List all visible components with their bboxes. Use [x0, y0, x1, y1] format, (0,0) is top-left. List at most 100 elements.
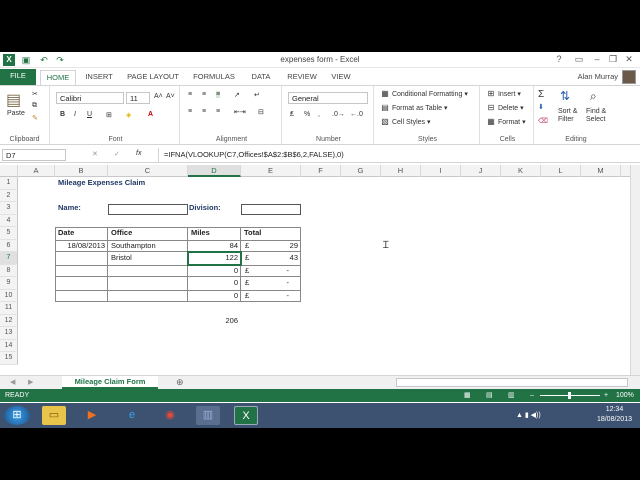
excel-taskbar-icon[interactable]: X [234, 406, 258, 425]
delete-cells-button[interactable]: ⊟ Delete ▾ [486, 103, 524, 113]
align-right-icon[interactable]: ≡ [216, 108, 220, 115]
autosum-icon[interactable]: Σ [538, 89, 544, 100]
row-header[interactable]: 6 [0, 239, 18, 252]
zoom-level[interactable]: 100% [616, 389, 634, 402]
tab-formulas[interactable]: FORMULAS [190, 70, 238, 85]
col-header[interactable]: J [461, 165, 501, 177]
row-header[interactable]: 4 [0, 214, 18, 227]
tab-view[interactable]: VIEW [328, 70, 354, 85]
cell-office[interactable]: Southampton [111, 240, 156, 253]
sort-label[interactable]: Sort & [558, 108, 577, 115]
cell-miles[interactable]: 0 [188, 277, 241, 290]
close-icon[interactable]: ✕ [622, 54, 636, 65]
sheet-tab-mileage[interactable]: Mileage Claim Form [62, 376, 158, 389]
fill-color-icon[interactable]: ◈ [126, 111, 131, 119]
align-center-icon[interactable]: ≡ [202, 108, 206, 115]
formula-input[interactable]: =IFNA(VLOOKUP(C7,Offices!$A$2:$B$6,2,FAL… [158, 148, 638, 162]
shrink-font-icon[interactable]: A˅ [166, 93, 175, 100]
row-header[interactable]: 5 [0, 227, 18, 240]
align-bottom-icon[interactable]: ≡ [216, 91, 221, 98]
name-field[interactable] [108, 204, 188, 215]
chrome-icon[interactable]: ◉ [158, 406, 182, 425]
row-header[interactable]: 9 [0, 277, 18, 290]
worksheet-grid[interactable]: A B C D E F G H I J K L M 1 2 3 4 5 6 7 … [0, 165, 630, 375]
cancel-icon[interactable]: ✕ [92, 150, 98, 158]
underline-button[interactable]: U [87, 111, 92, 118]
insert-cells-button[interactable]: ⊞ Insert ▾ [486, 89, 521, 99]
indent-icon[interactable]: ⇤⇥ [234, 108, 246, 116]
enter-icon[interactable]: ✓ [114, 150, 120, 158]
align-left-icon[interactable]: ≡ [188, 108, 192, 115]
normal-view-icon[interactable]: ▦ [464, 389, 471, 402]
tab-insert[interactable]: INSERT [82, 70, 116, 85]
find-label[interactable]: Find & [586, 108, 606, 115]
fill-icon[interactable]: ⬇ [538, 103, 544, 111]
find-select-icon[interactable]: ⌕ [590, 89, 597, 104]
format-cells-button[interactable]: ▦ Format ▾ [486, 117, 525, 127]
wrap-text-icon[interactable]: ↵ [254, 91, 260, 99]
division-field[interactable] [241, 204, 301, 215]
row-header[interactable]: 14 [0, 339, 18, 352]
italic-button[interactable]: I [74, 111, 76, 118]
cell-miles[interactable]: 0 [188, 290, 241, 303]
orientation-icon[interactable]: ↗ [234, 91, 240, 99]
new-sheet-icon[interactable]: ⊕ [176, 377, 184, 388]
borders-icon[interactable]: ⊞ [106, 111, 112, 119]
align-middle-icon[interactable]: ≡ [202, 91, 206, 98]
font-size-box[interactable]: 11 [126, 92, 150, 104]
number-format-box[interactable]: General [288, 92, 368, 104]
row-header[interactable]: 15 [0, 352, 18, 365]
col-header[interactable]: C [108, 165, 188, 177]
grow-font-icon[interactable]: A˄ [154, 93, 163, 100]
percent-icon[interactable]: % [304, 111, 310, 118]
tab-file[interactable]: FILE [0, 69, 36, 85]
font-name-box[interactable]: Calibri [56, 92, 124, 104]
ie-icon[interactable]: e [120, 406, 144, 425]
copy-icon[interactable]: ⧉ [32, 102, 37, 110]
clock[interactable]: 12:34 18/08/2013 [597, 405, 632, 425]
next-sheet-icon[interactable]: ▶ [28, 378, 33, 386]
row-header[interactable]: 7 [0, 252, 18, 265]
horizontal-scrollbar[interactable] [396, 378, 628, 387]
conditional-formatting-button[interactable]: ▦ Conditional Formatting ▾ [380, 89, 468, 99]
cell-total[interactable]: - [241, 277, 301, 290]
cell-miles[interactable]: 84 [188, 240, 241, 253]
cell-sum[interactable]: 206 [188, 315, 241, 328]
row-header[interactable]: 10 [0, 289, 18, 302]
row-header[interactable]: 2 [0, 189, 18, 202]
accounting-icon[interactable]: ₤ [290, 111, 294, 118]
tab-home[interactable]: HOME [40, 70, 76, 85]
insert-function-icon[interactable]: fx [136, 150, 141, 157]
page-layout-view-icon[interactable]: ▤ [486, 389, 493, 402]
tray-icons[interactable]: ▲ ▮ ◀)) [516, 411, 541, 419]
merge-icon[interactable]: ⊟ [258, 108, 264, 116]
avatar[interactable] [622, 70, 636, 84]
tab-page-layout[interactable]: PAGE LAYOUT [124, 70, 182, 85]
filter-label[interactable]: Filter [558, 116, 574, 123]
cell-styles-button[interactable]: ▧ Cell Styles ▾ [380, 117, 430, 127]
zoom-in-icon[interactable]: + [604, 389, 608, 402]
tab-data[interactable]: DATA [246, 70, 276, 85]
col-header[interactable]: L [541, 165, 581, 177]
bold-button[interactable]: B [60, 111, 65, 118]
col-header[interactable]: B [55, 165, 108, 177]
select-all-corner[interactable] [0, 165, 18, 177]
comma-icon[interactable]: , [318, 111, 320, 118]
font-color-icon[interactable]: A [148, 111, 153, 118]
zoom-slider-thumb[interactable] [568, 392, 571, 399]
col-header[interactable]: H [381, 165, 421, 177]
ribbon-display-icon[interactable]: ▭ [572, 54, 586, 65]
col-header[interactable]: E [241, 165, 301, 177]
app-icon[interactable]: ▥ [196, 406, 220, 425]
user-name[interactable]: Alan Murray [578, 72, 618, 81]
cell-office[interactable]: Bristol [111, 252, 132, 265]
col-header[interactable]: G [341, 165, 381, 177]
name-box[interactable]: D7 [2, 149, 66, 161]
format-painter-icon[interactable]: ✎ [32, 114, 38, 122]
zoom-out-icon[interactable]: – [530, 389, 534, 402]
tab-review[interactable]: REVIEW [284, 70, 320, 85]
paste-icon[interactable]: ▤ [6, 90, 21, 110]
active-cell-d7[interactable]: 122 [187, 251, 242, 266]
col-header[interactable]: I [421, 165, 461, 177]
col-header[interactable]: F [301, 165, 341, 177]
